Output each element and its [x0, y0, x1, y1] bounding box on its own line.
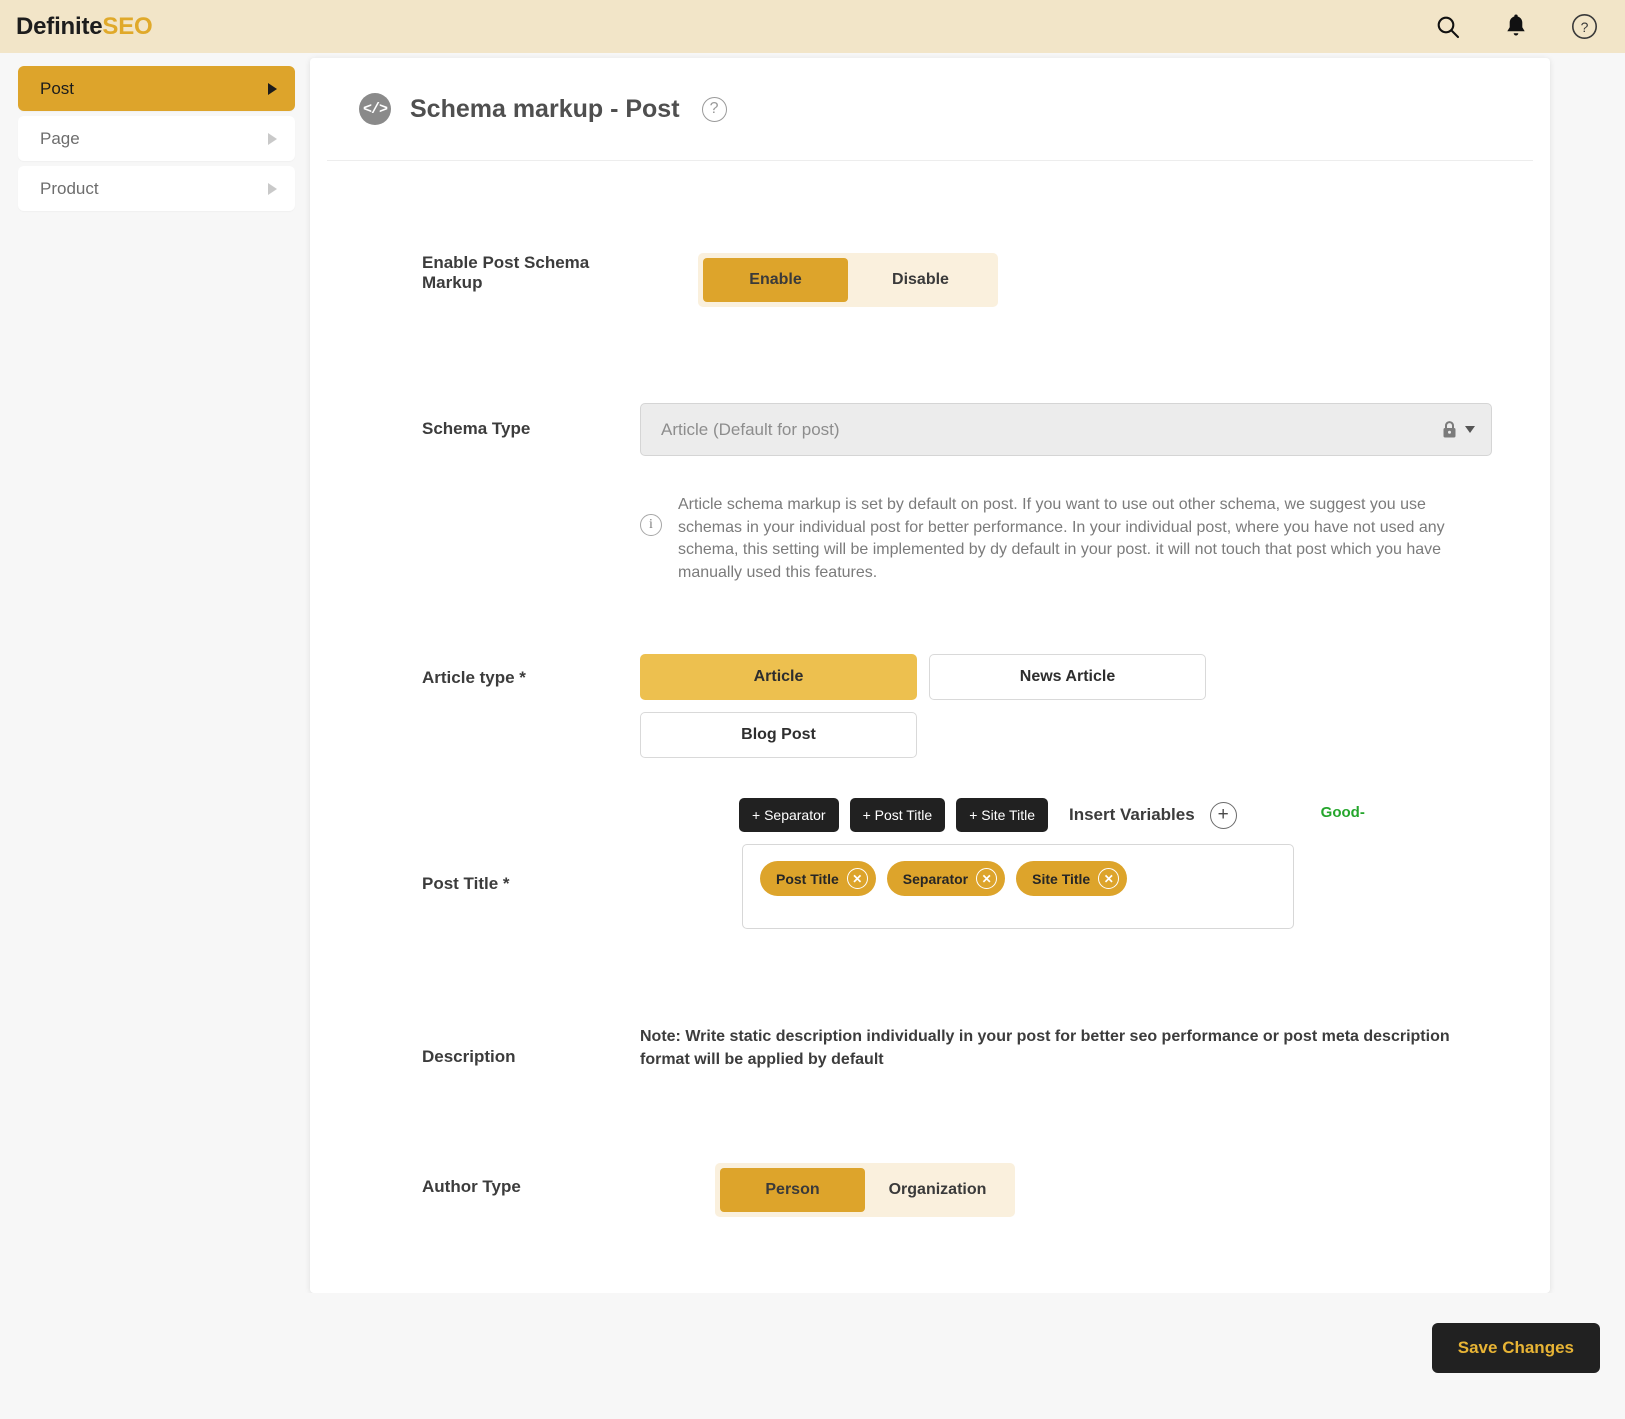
enable-button[interactable]: Enable [703, 258, 848, 302]
help-circle-icon[interactable]: ? [1569, 12, 1599, 42]
add-site-title-button[interactable]: + Site Title [956, 798, 1048, 832]
app-logo[interactable]: DefiniteSEO [16, 13, 153, 41]
description-note: Note: Write static description individua… [640, 1028, 1450, 1068]
token-site-title[interactable]: Site Title ✕ [1016, 861, 1128, 896]
svg-text:?: ? [1580, 19, 1588, 35]
insert-variables-controls: + Separator + Post Title + Site Title In… [739, 798, 1515, 832]
close-icon[interactable]: ✕ [846, 868, 868, 889]
author-type-row: Author Type Person Organization [310, 1163, 1515, 1217]
schema-type-select[interactable]: Article (Default for post) [640, 403, 1492, 456]
token-label: Site Title [1032, 870, 1091, 887]
add-post-title-button[interactable]: + Post Title [849, 798, 946, 832]
footer-bar: Save Changes [0, 1293, 1625, 1419]
article-type-field: Article News Article Blog Post [640, 654, 1515, 758]
article-type-option-article[interactable]: Article [640, 654, 917, 700]
enable-schema-row: Enable Post Schema Markup Enable Disable [310, 253, 1515, 307]
save-changes-button[interactable]: Save Changes [1431, 1323, 1600, 1373]
token-label: Separator [902, 870, 969, 887]
token-separator[interactable]: Separator ✕ [886, 861, 1006, 896]
schema-type-value: Article (Default for post) [661, 419, 840, 439]
code-icon: </> [359, 93, 391, 125]
panel-help-icon[interactable]: ? [701, 96, 727, 122]
article-type-label: Article type * [422, 668, 526, 687]
add-separator-button[interactable]: + Separator [739, 798, 839, 832]
search-icon[interactable] [1433, 12, 1463, 42]
schema-type-row: Schema Type Article (Default for post) i… [310, 403, 1515, 584]
token-label: Post Title [776, 870, 839, 887]
author-type-label: Author Type [422, 1177, 521, 1196]
post-title-row: Post Title * Post Title ✕ Separator ✕ Si… [310, 844, 1515, 929]
sidebar-item-label: Product [40, 178, 99, 198]
post-title-label: Post Title * [422, 874, 510, 893]
panel-header: </> Schema markup - Post ? [327, 58, 1533, 161]
lock-icon [1443, 421, 1456, 438]
disable-button[interactable]: Disable [848, 258, 993, 302]
post-title-field: Post Title ✕ Separator ✕ Site Title ✕ [640, 844, 1515, 929]
page-title: Schema markup - Post [410, 94, 680, 123]
insert-variables-label: Insert Variables [1068, 805, 1195, 824]
chevron-down-icon[interactable] [1465, 426, 1475, 433]
chevron-right-icon [268, 132, 277, 145]
enable-schema-field: Enable Disable [640, 253, 1515, 307]
schema-type-label: Schema Type [422, 419, 531, 438]
description-field: Note: Write static description individua… [640, 1025, 1515, 1071]
close-icon[interactable]: ✕ [1098, 868, 1120, 889]
article-type-row: Article type * Article News Article Blog… [310, 654, 1515, 758]
select-indicators [1441, 420, 1475, 439]
schema-type-info-note: i Article schema markup is set by defaul… [640, 494, 1480, 584]
sidebar-item-label: Post [40, 78, 75, 98]
sidebar-item-post[interactable]: Post [18, 66, 295, 111]
author-type-toggle-group: Person Organization [715, 1163, 1015, 1217]
insert-variables-row: + Separator + Post Title + Site Title In… [310, 798, 1515, 832]
info-circle-icon: i [640, 514, 662, 536]
top-bar-actions: ? [1433, 12, 1599, 42]
sidebar-item-label: Page [40, 128, 80, 148]
schema-type-info-text: Article schema markup is set by default … [678, 496, 1445, 581]
description-row: Description Note: Write static descripti… [310, 1025, 1515, 1071]
enable-schema-toggle-group: Enable Disable [698, 253, 998, 307]
author-type-person-button[interactable]: Person [720, 1168, 865, 1212]
plus-circle-icon[interactable]: + [1209, 801, 1237, 829]
sidebar-item-product[interactable]: Product [18, 166, 295, 211]
panel-body: Enable Post Schema Markup Enable Disable… [310, 253, 1550, 1217]
chevron-right-icon [268, 182, 277, 195]
sidebar: Post Page Product [0, 53, 308, 1419]
logo-text-accent: SEO [102, 12, 153, 40]
article-type-options: Article News Article Blog Post [640, 654, 1210, 758]
sidebar-item-page[interactable]: Page [18, 116, 295, 161]
post-title-input[interactable]: Post Title ✕ Separator ✕ Site Title ✕ [742, 844, 1294, 929]
author-type-field: Person Organization [640, 1163, 1515, 1217]
token-post-title[interactable]: Post Title ✕ [760, 861, 876, 896]
insert-variables-field: + Separator + Post Title + Site Title In… [640, 798, 1515, 832]
notification-bell-icon[interactable] [1501, 12, 1531, 42]
article-type-option-news-article[interactable]: News Article [929, 654, 1206, 700]
description-label: Description [422, 1047, 516, 1066]
chevron-right-icon [268, 82, 277, 95]
schema-type-field: Article (Default for post) i Article sch… [640, 403, 1515, 584]
enable-schema-label: Enable Post Schema Markup [422, 253, 590, 292]
author-type-organization-button[interactable]: Organization [865, 1168, 1010, 1212]
logo-text-primary: Definite [16, 12, 103, 40]
seo-quality-badge: Good- [1320, 803, 1365, 821]
schema-markup-panel: </> Schema markup - Post ? Enable Post S… [310, 58, 1550, 1293]
close-icon[interactable]: ✕ [976, 868, 998, 889]
top-bar: DefiniteSEO ? [0, 0, 1625, 53]
article-type-option-blog-post[interactable]: Blog Post [640, 712, 917, 758]
